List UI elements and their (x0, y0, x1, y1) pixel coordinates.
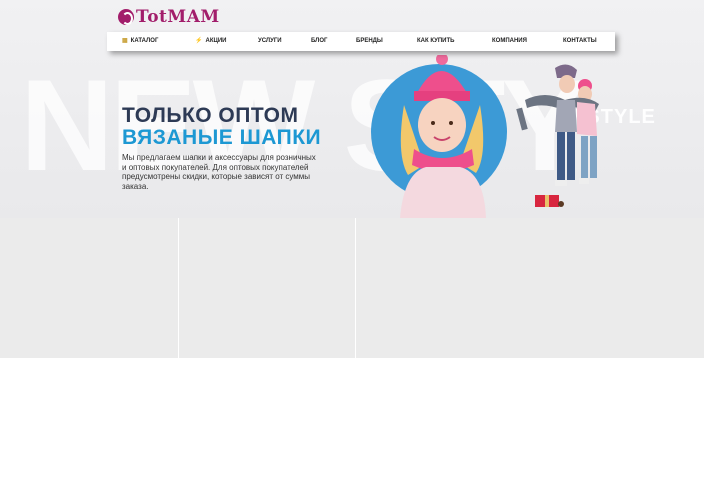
nav-item-services[interactable]: Услуги (258, 32, 282, 51)
nav-item-how-to-buy[interactable]: Как купить (417, 32, 454, 51)
tile-3[interactable] (356, 218, 704, 358)
main-nav: ▦ Каталог ⚡ Акции Услуги Блог Бренды Как к… (107, 32, 615, 51)
hero-subtitle: ВЯЗАНЫЕ ШАПКИ (122, 126, 322, 149)
bolt-icon: ⚡ (195, 38, 203, 44)
logo-icon (118, 9, 134, 25)
grid-icon: ▦ (122, 38, 128, 44)
logo-text: TotMAM (136, 7, 220, 27)
nav-item-company[interactable]: Компания (492, 32, 527, 51)
gift-box-image (535, 195, 564, 207)
hero-title: ТОЛЬКО ОПТОМ (122, 104, 299, 127)
tile-2[interactable] (179, 218, 355, 358)
nav-item-catalog[interactable]: ▦ Каталог (122, 32, 158, 51)
tile-grid (0, 218, 704, 358)
nav-item-contacts[interactable]: Контакты (563, 32, 597, 51)
hero-girls-image (516, 64, 599, 186)
nav-item-promotions[interactable]: ⚡ Акции (195, 32, 227, 51)
hero-description: Мы предлагаем шапки и аксессуары для роз… (122, 153, 316, 191)
nav-item-blog[interactable]: Блог (311, 32, 327, 51)
hero-girl-image (400, 55, 486, 218)
nav-item-brands[interactable]: Бренды (356, 32, 383, 51)
tile-1[interactable] (0, 218, 178, 358)
site-logo[interactable]: TotMAM (118, 6, 220, 28)
